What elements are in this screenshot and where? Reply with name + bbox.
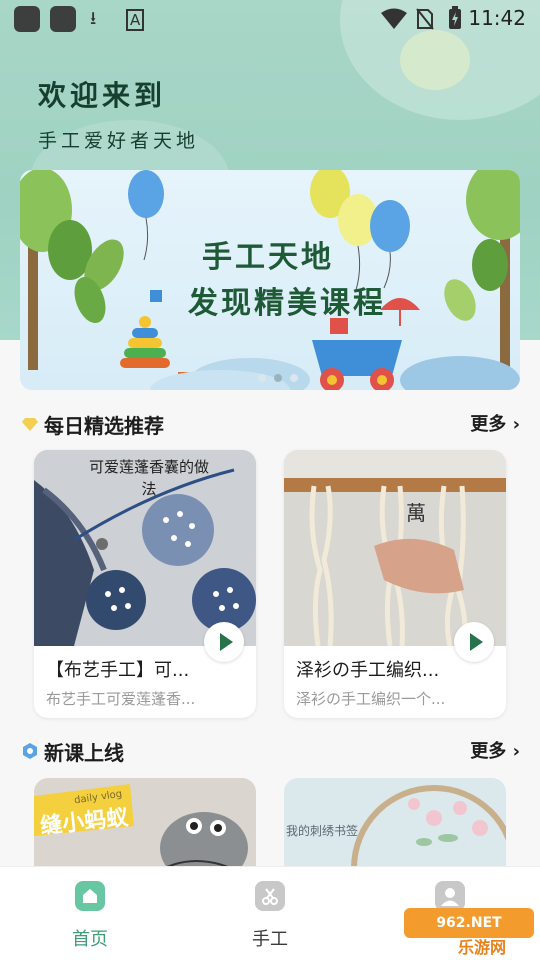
carousel-indicator	[258, 374, 298, 382]
chevron-right-icon: ›	[506, 414, 520, 435]
course-subtitle: 布艺手工可爱莲蓬香...	[46, 690, 196, 708]
diamond-icon	[22, 418, 38, 431]
carousel-dot	[258, 374, 266, 382]
course-subtitle: 泽衫の手工编织一个...	[296, 690, 446, 708]
section-title: 每日精选推荐	[44, 414, 164, 438]
promo-banner[interactable]: 手工天地 发现精美课程	[20, 170, 520, 390]
course-thumbnail: 可爱莲蓬香囊的做法	[34, 450, 256, 646]
banner-subtitle: 发现精美课程	[188, 286, 386, 321]
course-card[interactable]: 萬 泽衫の手工编织... 泽衫の手工编织一个...	[284, 450, 506, 718]
watermark-sub: 乐游网	[458, 938, 507, 957]
course-card[interactable]: 可爱莲蓬香囊的做法 【布艺手工】可... 布艺手工可爱莲蓬香...	[34, 450, 256, 718]
thumbnail-caption: 我的刺绣书签	[286, 824, 359, 838]
play-button[interactable]	[204, 622, 244, 662]
tab-label: 首页	[72, 929, 108, 950]
banner-title: 手工天地	[202, 240, 334, 275]
greeting-subtitle: 手工爱好者天地	[38, 130, 200, 152]
more-label: 更多	[470, 741, 507, 762]
more-label: 更多	[470, 414, 507, 435]
scissors-icon	[255, 881, 285, 911]
a-icon: A	[126, 9, 145, 31]
thumbnail-caption: 可爱莲蓬香囊的做法	[88, 458, 209, 498]
svg-text:萬: 萬	[406, 501, 426, 525]
daily-more-link[interactable]: 更多 ›	[470, 410, 520, 436]
greeting-title: 欢迎来到	[38, 79, 167, 112]
new-course-more-link[interactable]: 更多 ›	[470, 737, 520, 763]
chevron-right-icon: ›	[506, 741, 520, 762]
watermark-logo: 962.NET 乐游网	[396, 908, 534, 957]
tab-home[interactable]: 首页	[40, 881, 140, 951]
clock: 11:42	[468, 6, 526, 30]
new-course-section-header: 新课上线 更多 ›	[20, 737, 520, 767]
tab-handcraft[interactable]: 手工	[220, 881, 320, 951]
carousel-dot	[290, 374, 298, 382]
app-notification-icon	[14, 6, 40, 32]
no-sim-icon	[416, 8, 434, 30]
battery-icon	[449, 6, 461, 29]
download-icon: ⭳	[90, 8, 97, 29]
course-thumbnail: 萬	[284, 450, 506, 646]
course-title: 【布艺手工】可...	[46, 660, 190, 681]
daily-section-header: 每日精选推荐 更多 ›	[20, 410, 520, 440]
section-title: 新课上线	[44, 741, 124, 765]
play-button[interactable]	[454, 622, 494, 662]
app-notification-icon	[50, 6, 76, 32]
profile-icon	[435, 881, 465, 911]
status-bar: ⭳ A 11:42	[0, 0, 540, 38]
home-icon	[75, 881, 105, 911]
badge-icon	[23, 743, 37, 759]
course-card[interactable]: daily vlog 缝小蚂蚁	[34, 778, 256, 878]
tab-label: 手工	[252, 929, 288, 950]
wifi-icon	[381, 8, 407, 29]
course-card[interactable]: 我的刺绣书签	[284, 778, 506, 878]
carousel-dot-active	[274, 374, 282, 382]
course-title: 泽衫の手工编织...	[296, 660, 440, 681]
